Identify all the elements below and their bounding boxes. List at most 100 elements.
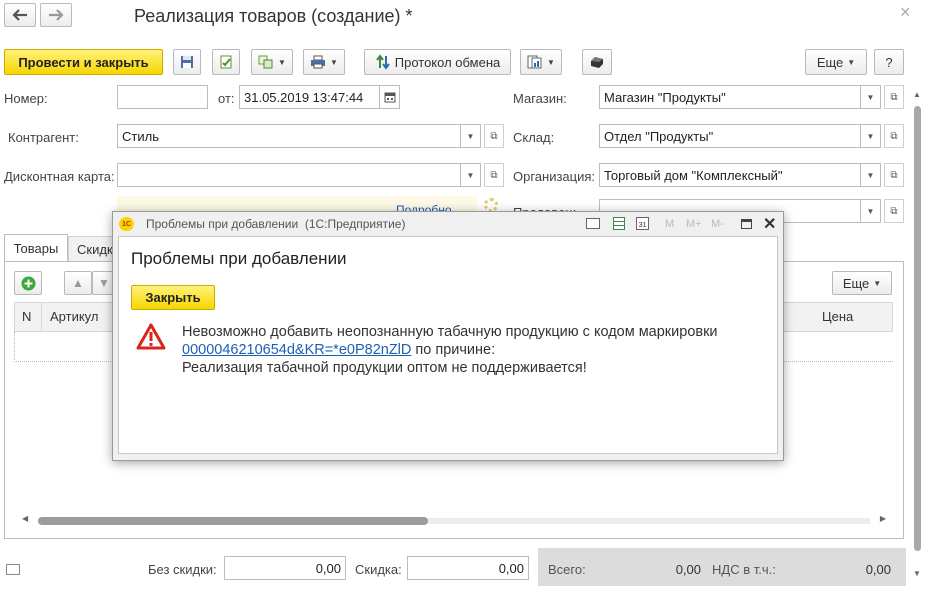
open-window-icon: ⧉ — [890, 169, 898, 181]
arrow-up-icon: ▲ — [72, 276, 84, 290]
open-window-icon: ⧉ — [890, 91, 898, 103]
move-up-button[interactable]: ▲ — [64, 271, 92, 295]
exchange-log-button[interactable]: Протокол обмена — [364, 49, 511, 75]
post-and-close-button[interactable]: Провести и закрыть — [4, 49, 163, 75]
store-open-button[interactable]: ⧉ — [884, 85, 904, 109]
memory-m-button[interactable]: M — [665, 218, 674, 230]
column-header-price[interactable]: Цена — [822, 309, 853, 324]
warehouse-field[interactable]: Отдел "Продукты" — [599, 124, 861, 148]
print-button[interactable]: ▼ — [303, 49, 345, 75]
table-more-label: Еще — [842, 275, 870, 291]
tab-goods[interactable]: Товары — [4, 234, 68, 262]
dialog-heading: Проблемы при добавлении — [131, 249, 347, 268]
dialog-content: Проблемы при добавлении Закрыть Невозмож… — [118, 236, 778, 454]
discount-card-dropdown[interactable]: ▼ — [461, 163, 481, 187]
spreadsheet-icon[interactable] — [613, 217, 625, 230]
close-window-icon[interactable]: × — [900, 2, 911, 23]
page-scrollbar[interactable]: ▲ ▼ — [910, 90, 924, 578]
report-icon — [527, 55, 542, 69]
memory-plus-button[interactable]: M+ — [686, 218, 702, 230]
warehouse-dropdown[interactable]: ▼ — [861, 124, 881, 148]
organization-label: Организация: — [513, 169, 596, 184]
scroll-thumb[interactable] — [38, 517, 428, 525]
problems-dialog: 1С Проблемы при добавлении (1С:Предприят… — [112, 211, 784, 461]
chevron-down-icon: ▼ — [847, 57, 856, 67]
reason-label: по причине: — [411, 342, 496, 358]
column-divider — [41, 303, 42, 331]
cash-register-button[interactable] — [582, 49, 612, 75]
print-icon[interactable] — [586, 218, 600, 229]
calendar-button[interactable] — [380, 85, 400, 109]
cash-register-icon — [591, 57, 603, 68]
warehouse-label: Склад: — [513, 130, 555, 145]
warehouse-open-button[interactable]: ⧉ — [884, 124, 904, 148]
close-dialog-button[interactable]: Закрыть — [131, 285, 215, 310]
help-button[interactable]: ? — [874, 49, 904, 75]
horizontal-scrollbar[interactable]: ◀ ▶ — [22, 514, 888, 528]
message-icon[interactable] — [6, 564, 20, 575]
column-header-article[interactable]: Артикул — [50, 309, 98, 324]
error-line-1: Невозможно добавить неопознанную табачну… — [182, 324, 718, 340]
error-message: Невозможно добавить неопознанную табачну… — [182, 323, 718, 377]
number-label: Номер: — [4, 91, 48, 106]
chevron-down-icon: ▼ — [866, 170, 875, 180]
store-dropdown[interactable]: ▼ — [861, 85, 881, 109]
seller-dropdown[interactable]: ▼ — [861, 199, 881, 223]
counterparty-open-button[interactable]: ⧉ — [484, 124, 504, 148]
report-button[interactable]: ▼ — [520, 49, 562, 75]
error-line-2: 0000046210654d&KR=*e0P82nZlD по причине: — [182, 341, 718, 359]
store-label: Магазин: — [513, 91, 567, 106]
create-based-icon — [258, 55, 273, 69]
marking-code-link[interactable]: 0000046210654d&KR=*e0P82nZlD — [182, 342, 411, 358]
organization-open-button[interactable]: ⧉ — [884, 163, 904, 187]
dialog-window-title: Проблемы при добавлении (1С:Предприятие) — [146, 217, 406, 231]
floppy-icon — [181, 56, 193, 68]
tab-goods-label: Товары — [13, 241, 59, 256]
open-window-icon: ⧉ — [490, 130, 498, 142]
date-field[interactable]: 31.05.2019 13:47:44 — [239, 85, 380, 109]
save-button[interactable] — [173, 49, 201, 75]
number-field[interactable] — [117, 85, 208, 109]
post-button[interactable] — [212, 49, 240, 75]
counterparty-field[interactable]: Стиль — [117, 124, 461, 148]
arrow-down-icon: ▼ — [98, 276, 110, 290]
organization-field[interactable]: Торговый дом "Комплексный" — [599, 163, 861, 187]
table-more-button[interactable]: Еще ▼ — [832, 271, 892, 295]
more-button[interactable]: Еще ▼ — [805, 49, 867, 75]
counterparty-label: Контрагент: — [8, 130, 79, 145]
discount-card-open-button[interactable]: ⧉ — [484, 163, 504, 187]
more-label: Еще — [816, 54, 844, 70]
chevron-down-icon: ▼ — [466, 131, 475, 141]
post-document-icon — [220, 55, 232, 69]
chevron-down-icon: ▼ — [547, 57, 555, 67]
close-dialog-icon[interactable]: ✕ — [763, 214, 776, 234]
page-title: Реализация товаров (создание) * — [134, 6, 413, 26]
app-logo: 1С — [119, 217, 134, 231]
open-window-icon: ⧉ — [890, 130, 898, 142]
discount-card-field[interactable] — [117, 163, 461, 187]
chevron-down-icon: ▼ — [330, 57, 338, 67]
scroll-down-icon: ▼ — [913, 569, 921, 578]
create-based-on-button[interactable]: ▼ — [251, 49, 293, 75]
discount-card-label: Дисконтная карта: — [4, 169, 115, 184]
column-header-n[interactable]: N — [22, 309, 31, 324]
add-row-button[interactable] — [14, 271, 42, 295]
scroll-left-icon: ◀ — [22, 514, 29, 523]
forward-button[interactable] — [40, 3, 72, 27]
no-discount-value: 0,00 — [315, 560, 341, 576]
chevron-down-icon: ▼ — [866, 92, 875, 102]
row-left-divider — [14, 332, 15, 362]
no-discount-label: Без скидки: — [148, 562, 217, 577]
counterparty-dropdown[interactable]: ▼ — [461, 124, 481, 148]
organization-dropdown[interactable]: ▼ — [861, 163, 881, 187]
maximize-icon[interactable] — [741, 219, 752, 229]
back-button[interactable] — [4, 3, 36, 27]
memory-minus-button[interactable]: M- — [711, 218, 724, 230]
seller-open-button[interactable]: ⧉ — [884, 199, 904, 223]
calendar-icon[interactable]: 31 — [636, 217, 649, 230]
store-field[interactable]: Магазин "Продукты" — [599, 85, 861, 109]
page-scroll-thumb[interactable] — [914, 106, 921, 551]
loading-spinner-icon — [484, 198, 498, 212]
arrow-left-icon — [12, 9, 27, 21]
plus-circle-icon — [21, 276, 35, 290]
